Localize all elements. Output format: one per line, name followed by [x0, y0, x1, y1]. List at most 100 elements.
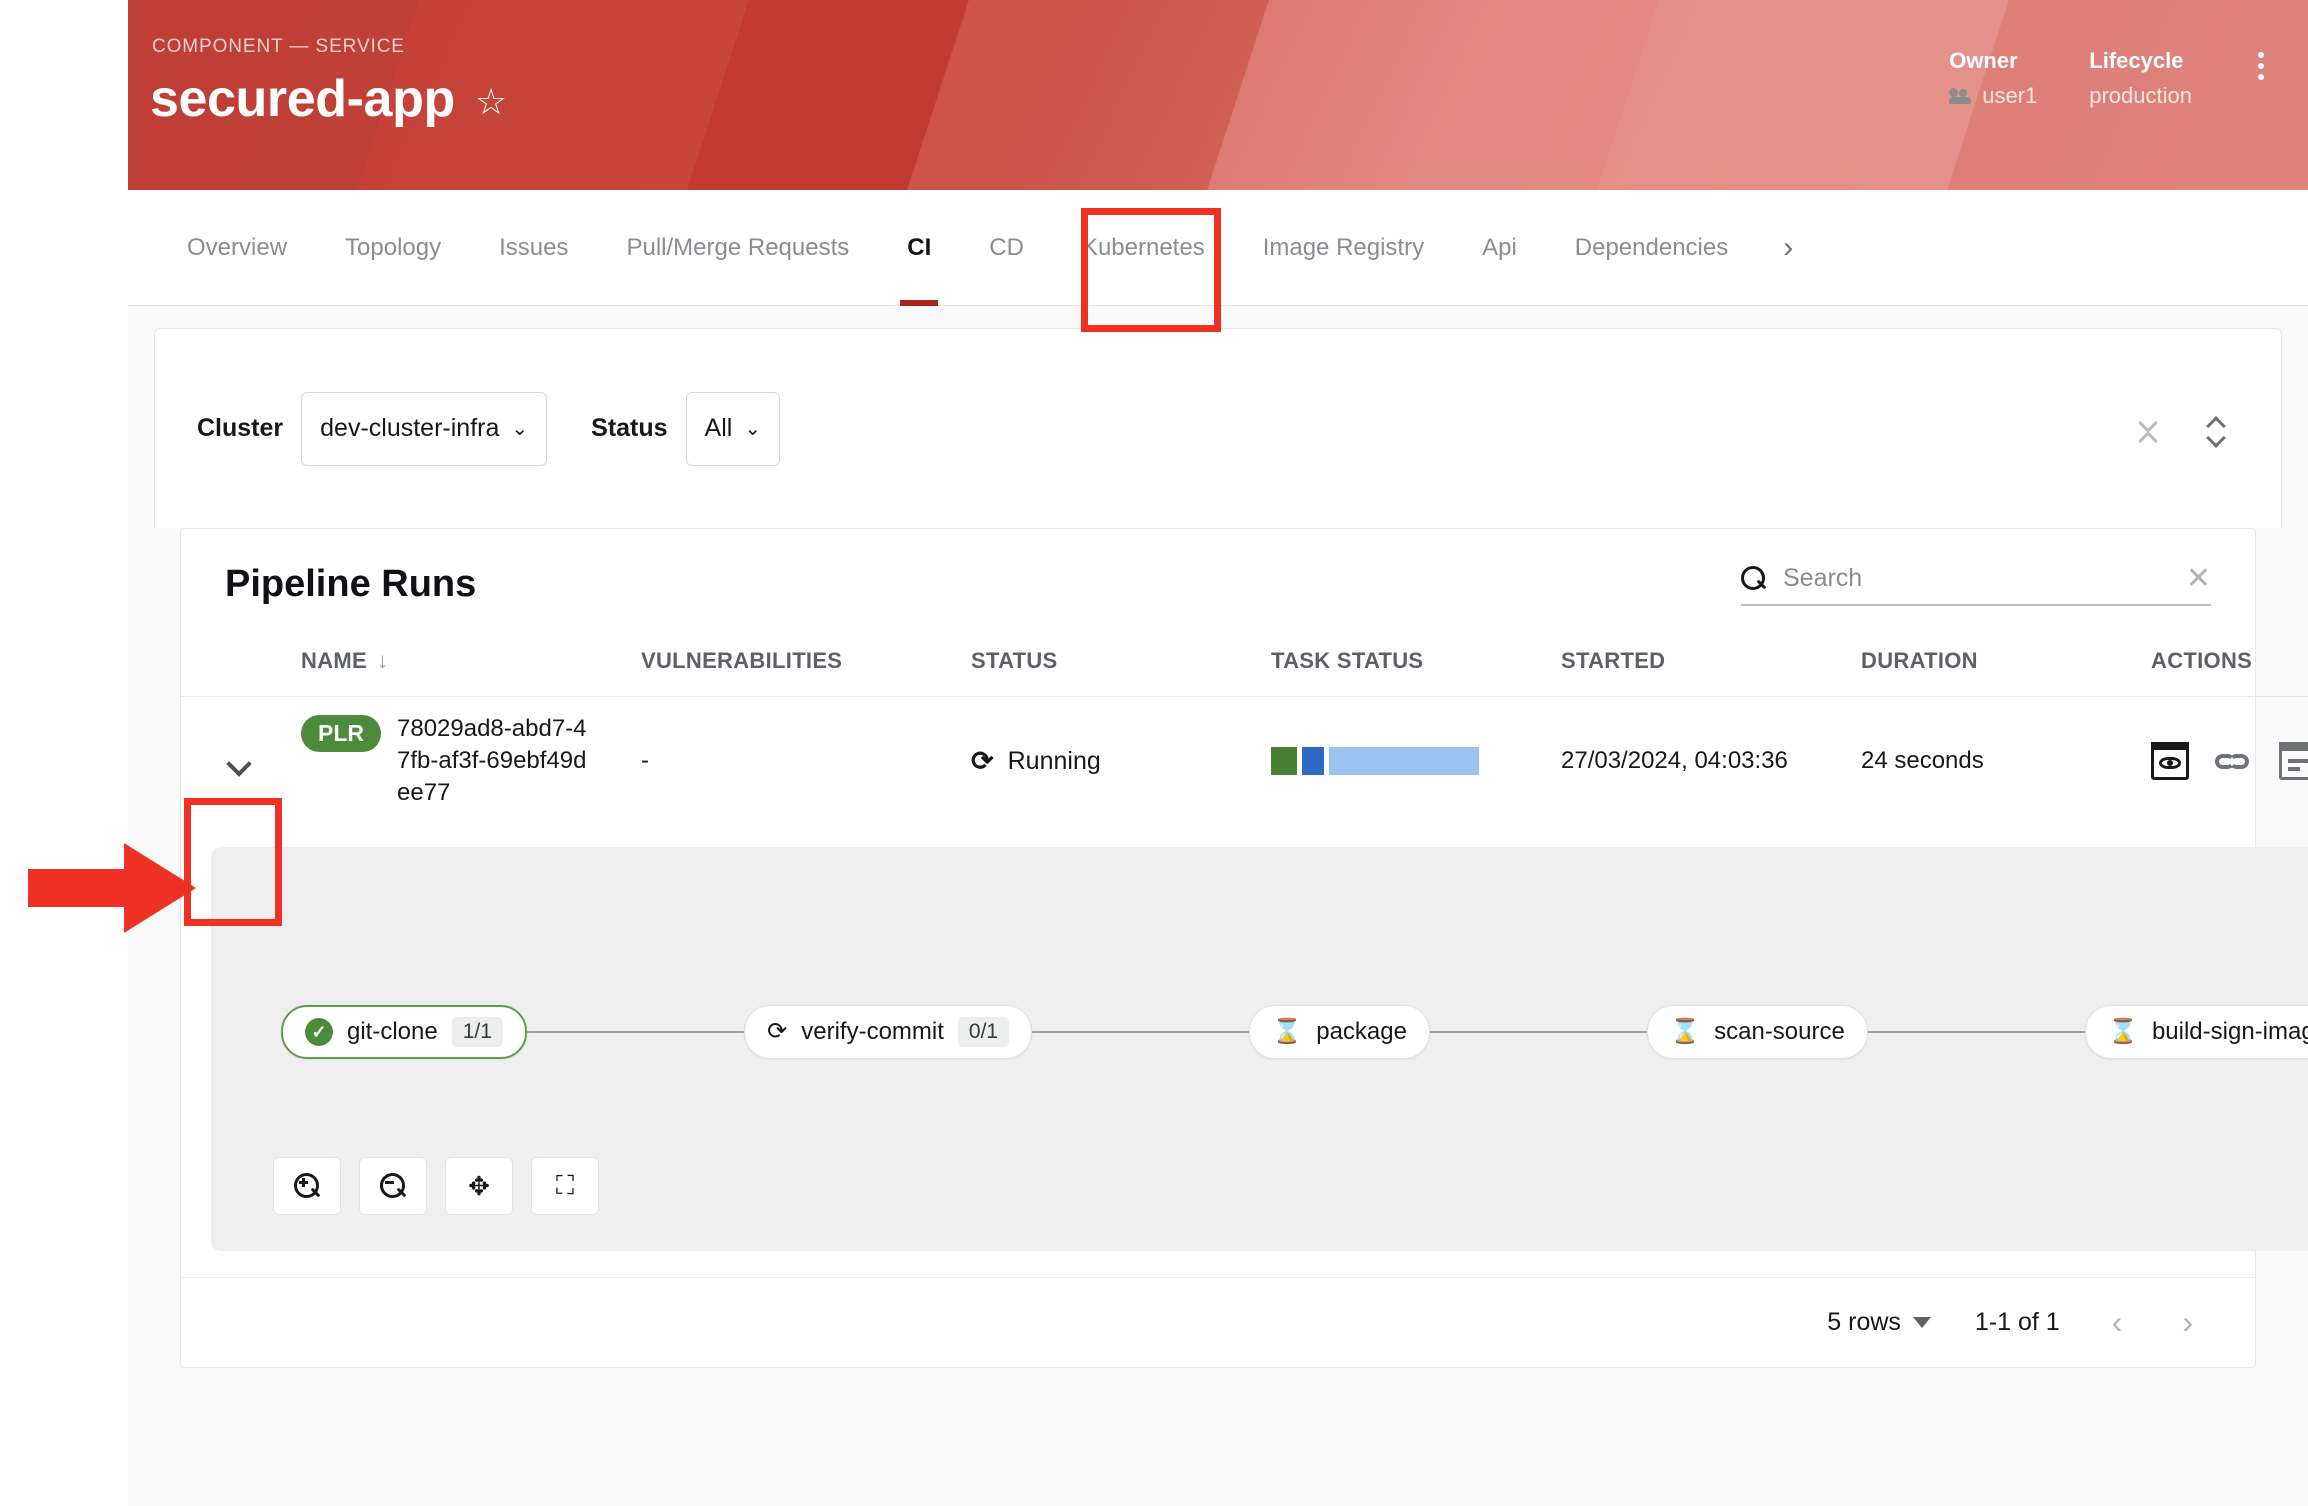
tab-bar: Overview Topology Issues Pull/Merge Requ… — [128, 190, 2308, 306]
task-segment-pending — [1329, 747, 1479, 776]
pipeline-node-label: scan-source — [1714, 1018, 1845, 1046]
search-box[interactable]: ✕ — [1741, 563, 2211, 606]
tab-overview[interactable]: Overview — [158, 190, 316, 306]
pipeline-edge — [1867, 1031, 2086, 1034]
table-title: Pipeline Runs — [225, 563, 477, 605]
tab-api[interactable]: Api — [1453, 190, 1546, 306]
expanded-detail-row: ✓ git-clone 1/1 ⟳ verify-commit 0/1 ⌛ pa… — [181, 825, 2308, 1277]
sync-icon: ⟳ — [971, 745, 994, 776]
owner-value: user1 — [1982, 83, 2038, 108]
kebab-menu-icon[interactable] — [2248, 52, 2274, 80]
column-header-task-status[interactable]: TASK STATUS — [1271, 634, 1561, 697]
zoom-out-button[interactable] — [359, 1157, 427, 1216]
app-page: COMPONENT — SERVICE secured-app ☆ Owner … — [128, 0, 2308, 1506]
cluster-select[interactable]: dev-cluster-infra ⌄ — [301, 391, 548, 466]
task-segment-succeeded — [1271, 747, 1297, 776]
owner-block: Owner user1 — [1923, 48, 2063, 109]
pipeline-node-label: verify-commit — [801, 1018, 944, 1046]
tab-dependencies[interactable]: Dependencies — [1546, 190, 1757, 306]
expand-row-button[interactable] — [207, 729, 271, 793]
vulnerabilities-cell: - — [641, 747, 649, 775]
column-header-actions: ACTIONS — [2151, 634, 2308, 697]
owner-value-row: user1 — [1949, 83, 2037, 109]
fullscreen-icon: ⛶ — [555, 1170, 575, 1201]
lifecycle-block: Lifecycle production — [2063, 48, 2218, 109]
link-icon[interactable] — [2215, 742, 2253, 780]
column-header-name-label: NAME — [301, 648, 367, 673]
column-header-status[interactable]: STATUS — [971, 634, 1271, 697]
people-icon — [1949, 88, 1973, 104]
chevron-down-icon — [228, 755, 250, 768]
tab-topology[interactable]: Topology — [316, 190, 470, 306]
cluster-label: Cluster — [197, 414, 284, 442]
tab-issues[interactable]: Issues — [470, 190, 597, 306]
pagination: 5 rows 1-1 of 1 ‹ › — [181, 1277, 2255, 1367]
status-select[interactable]: All ⌄ — [685, 391, 781, 466]
fit-to-screen-button[interactable]: ✥ — [445, 1157, 513, 1216]
chevron-down-icon: ⌄ — [744, 418, 762, 440]
pipeline-node-scan-source[interactable]: ⌛ scan-source — [1647, 1005, 1868, 1060]
tab-pull-merge-requests[interactable]: Pull/Merge Requests — [597, 190, 878, 306]
tab-kubernetes[interactable]: Kubernetes — [1053, 190, 1234, 306]
column-header-started[interactable]: STARTED — [1561, 634, 1861, 697]
logs-icon[interactable] — [2279, 742, 2308, 781]
column-header-vulnerabilities[interactable]: VULNERABILITIES — [641, 634, 971, 697]
actions-cell — [2151, 697, 2308, 826]
status-text: Running — [1007, 746, 1101, 775]
collapse-all-icon[interactable] — [2131, 408, 2165, 450]
chevron-right-icon[interactable]: › — [2174, 1304, 2201, 1341]
task-status-bar — [1271, 747, 1561, 776]
pipeline-graph[interactable]: ✓ git-clone 1/1 ⟳ verify-commit 0/1 ⌛ pa… — [211, 847, 2308, 1252]
pipeline-runs-card: Pipeline Runs ✕ — [180, 528, 2308, 1369]
expand-cell — [181, 697, 301, 826]
header-meta: Owner user1 Lifecycle production — [1923, 48, 2274, 109]
column-header-duration[interactable]: DURATION — [1861, 634, 2151, 697]
column-header-name[interactable]: NAME ↓ — [301, 634, 641, 697]
arrow-down-icon: ↓ — [376, 648, 389, 673]
duration-cell: 24 seconds — [1861, 747, 1984, 775]
pipeline-node-git-clone[interactable]: ✓ git-clone 1/1 — [281, 1005, 527, 1060]
pipeline-edge — [1429, 1031, 1648, 1034]
component-header: COMPONENT — SERVICE secured-app ☆ Owner … — [128, 0, 2308, 190]
content-area: Cluster dev-cluster-infra ⌄ Status All ⌄ — [128, 306, 2308, 1506]
status-badge: PLR — [301, 715, 381, 752]
status-cell: ⟳ Running — [971, 697, 1271, 826]
started-cell: 27/03/2024, 04:03:36 — [1561, 697, 1861, 826]
fit-screen-icon: ✥ — [468, 1170, 490, 1201]
check-circle-icon: ✓ — [305, 1018, 333, 1047]
lifecycle-label: Lifecycle — [2089, 48, 2184, 73]
tab-ci[interactable]: CI — [878, 190, 960, 306]
zoom-in-button[interactable] — [273, 1157, 341, 1216]
close-icon[interactable]: ✕ — [2186, 563, 2211, 594]
pipeline-node-build-sign-image[interactable]: ⌛ build-sign-image — [2085, 1005, 2308, 1060]
hourglass-icon: ⌛ — [1272, 1018, 1303, 1046]
annotation-arrow — [28, 843, 196, 933]
expand-all-icon[interactable] — [2199, 408, 2233, 450]
filter-bar: Cluster dev-cluster-infra ⌄ Status All ⌄ — [154, 328, 2282, 528]
star-outline-icon[interactable]: ☆ — [475, 84, 507, 120]
rows-per-page-select[interactable]: 5 rows — [1827, 1308, 1931, 1337]
chevron-left-icon[interactable]: ‹ — [2104, 1304, 2131, 1341]
search-icon — [1741, 565, 1767, 592]
name-cell: PLR 78029ad8-abd7-47fb-af3f-69ebf49dee77 — [301, 697, 641, 826]
tab-image-registry[interactable]: Image Registry — [1234, 190, 1453, 306]
caret-down-icon — [1912, 1317, 1931, 1329]
view-icon[interactable] — [2151, 742, 2189, 781]
pipeline-node-count: 1/1 — [451, 1017, 503, 1048]
page-title: secured-app — [150, 70, 455, 128]
pipeline-node-verify-commit[interactable]: ⟳ verify-commit 0/1 — [744, 1005, 1033, 1060]
pipeline-run-name[interactable]: 78029ad8-abd7-47fb-af3f-69ebf49dee77 — [397, 713, 597, 809]
chevron-right-icon[interactable]: › — [1773, 231, 1803, 265]
search-input[interactable] — [1783, 564, 2170, 593]
tab-cd[interactable]: CD — [960, 190, 1053, 306]
pipeline-edge — [1032, 1031, 1250, 1034]
status-label: Status — [591, 414, 668, 442]
fullscreen-button[interactable]: ⛶ — [531, 1157, 599, 1216]
task-status-cell — [1271, 697, 1561, 826]
started-time: 27/03/2024, 04:03:36 — [1561, 747, 1788, 775]
sync-icon: ⟳ — [767, 1018, 788, 1046]
task-segment-running — [1302, 747, 1324, 776]
pipeline-runs-table: NAME ↓ VULNERABILITIES STATUS TASK STATU… — [181, 634, 2308, 1277]
cluster-select-value: dev-cluster-infra — [320, 414, 500, 442]
pipeline-node-package[interactable]: ⌛ package — [1249, 1005, 1430, 1060]
